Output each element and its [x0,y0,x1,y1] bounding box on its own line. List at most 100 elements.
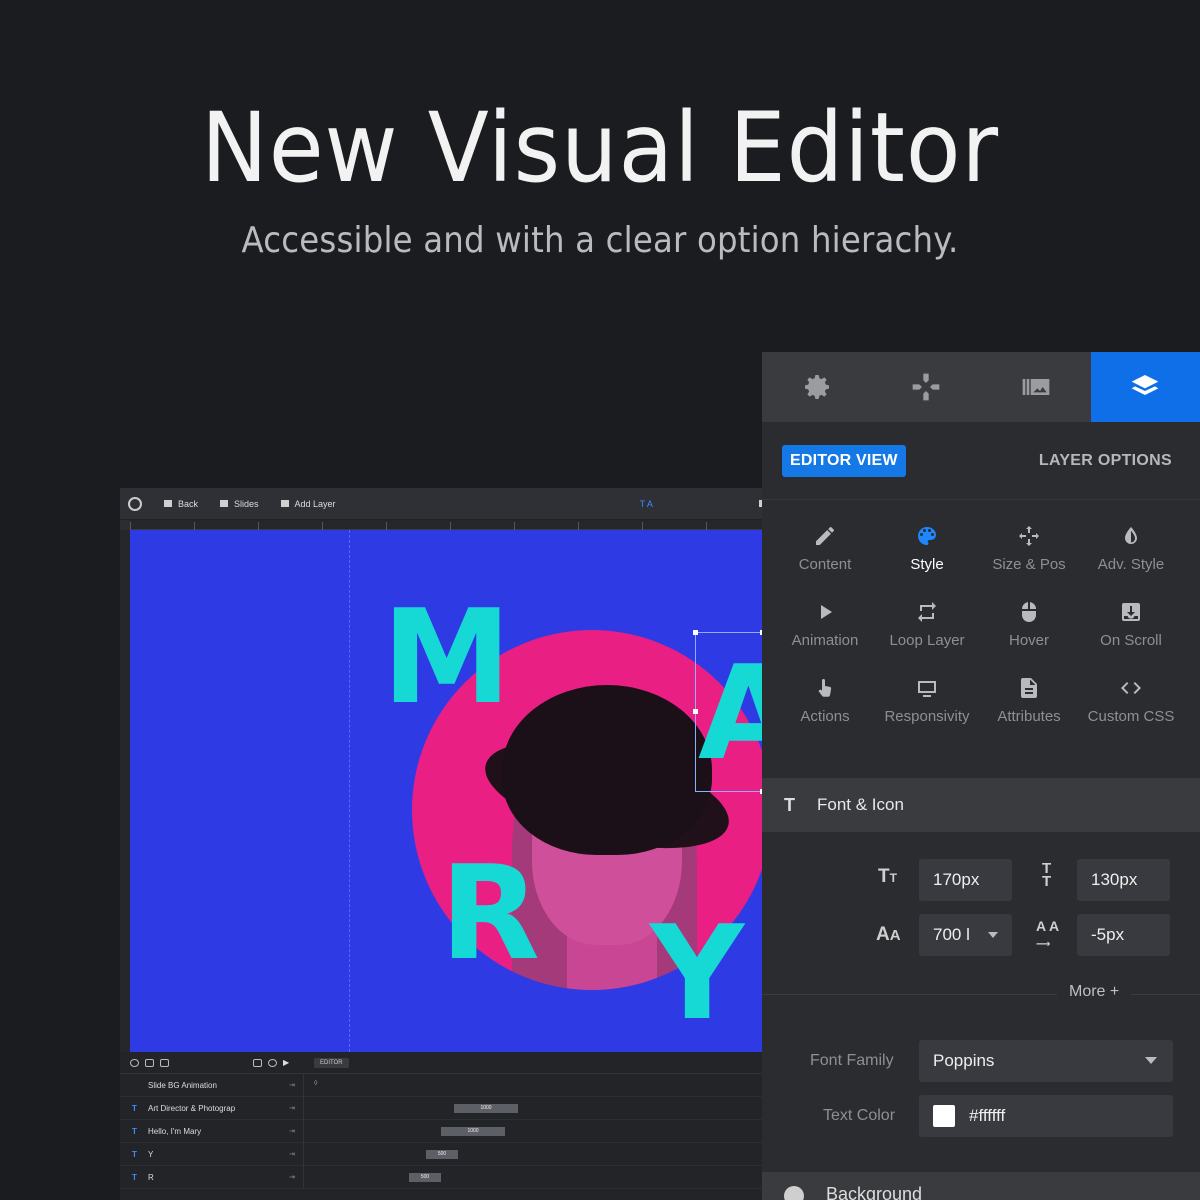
option-style[interactable]: Style [876,524,978,600]
timeline-header: ▶ EDITOR [120,1052,820,1074]
option-actions[interactable]: Actions [774,676,876,752]
tab-layers[interactable] [1090,352,1200,422]
option-content[interactable]: Content [774,524,876,600]
timeline-track: 1000 [304,1097,820,1120]
font-weight-icon: AA [876,924,901,945]
timeline-row[interactable]: T R ⇥ 500 [120,1165,820,1189]
selection-box[interactable] [693,630,765,794]
font-size-icon: TT [878,866,897,887]
back-button[interactable]: Back [164,499,198,509]
ruler-tick [258,522,259,530]
layer-letter-y[interactable]: Y [650,908,744,1038]
font-weight-select[interactable]: 700 l [919,914,1012,956]
layer-type-icon: T [132,1149,137,1159]
line-height-input[interactable]: 130px [1077,859,1170,901]
ruler-tick [514,522,515,530]
background-section-header[interactable]: Background [762,1172,1200,1200]
layer-type-icon: T [132,1126,137,1136]
font-size-input[interactable]: 170px [919,859,1012,901]
more-divider [762,994,1200,995]
row-menu-icon[interactable]: ⇥ [289,1173,295,1181]
timeline-row[interactable]: T Hello, I'm Mary ⇥ 1000 [120,1119,820,1143]
folder-icon[interactable] [160,1058,169,1067]
layer-letter-m[interactable]: M [382,592,511,722]
layer-options-label[interactable]: LAYER OPTIONS [1039,452,1172,470]
row-menu-icon[interactable]: ⇥ [289,1104,295,1112]
gear-icon [804,375,829,399]
scroll-icon [1122,603,1140,621]
editor-toolbar: Back Slides Add Layer T A [120,488,820,520]
document-icon [1021,678,1037,698]
option-hover[interactable]: Hover [978,600,1080,676]
font-family-select[interactable]: Poppins [919,1040,1173,1082]
option-animation[interactable]: Animation [774,600,876,676]
options-grid: Content Style Size & Pos Adv. Style Animatio… [762,500,1200,778]
font-family-label: Font Family [810,1052,894,1069]
clock-icon[interactable] [268,1058,277,1067]
layer-type-icon: T [132,1103,137,1113]
mouse-icon [1022,602,1036,622]
palette-icon [784,1186,804,1200]
option-attributes[interactable]: Attributes [978,676,1080,752]
timeline-row[interactable]: T Y ⇥ 500 [120,1142,820,1166]
timeline-track: ◊ [304,1074,820,1097]
list-icon[interactable] [145,1058,154,1067]
slides-button[interactable]: Slides [220,499,259,509]
guide-line [349,530,350,1052]
ruler-tick [706,522,707,530]
layer-letter-r[interactable]: R [440,848,540,978]
resize-handle[interactable] [693,630,698,635]
row-menu-icon[interactable]: ⇥ [289,1150,295,1158]
option-responsivity[interactable]: Responsivity [876,676,978,752]
timeline-bar[interactable]: 500 [426,1149,458,1159]
line-height-icon: TT [1042,860,1052,890]
ruler-tick [322,522,323,530]
tab-slides[interactable] [981,352,1091,422]
ruler-tick [386,522,387,530]
more-button[interactable]: More + [1057,983,1132,1001]
row-menu-icon[interactable]: ⇥ [289,1127,295,1135]
slide-canvas[interactable]: M A R Y [130,530,820,1052]
timeline-row[interactable]: T Art Director & Photograp ⇥ 1000 [120,1096,820,1120]
option-loop-layer[interactable]: Loop Layer [876,600,978,676]
timeline-row-name: Slide BG Animation ⇥ [120,1073,304,1097]
timeline-bar[interactable]: 500 [409,1172,441,1182]
hand-icon [818,679,832,697]
circle-tool-icon[interactable] [130,1058,139,1067]
timeline-row-name: T R ⇥ [120,1165,304,1189]
ruler-tick [194,522,195,530]
responsive-icon [918,681,936,697]
option-size-pos[interactable]: Size & Pos [978,524,1080,600]
resize-handle[interactable] [693,709,698,714]
font-icon-section-header[interactable]: T Font & Icon [762,778,1200,832]
timeline-row[interactable]: Slide BG Animation ⇥ ◊ [120,1073,820,1097]
timeline-bar[interactable]: 1000 [454,1103,518,1113]
refresh-icon[interactable] [253,1058,262,1067]
ruler-tick [578,522,579,530]
view-bar: EDITOR VIEW LAYER OPTIONS [762,422,1200,500]
option-custom-css[interactable]: Custom CSS [1080,676,1182,752]
text-color-input[interactable]: #ffffff [919,1095,1173,1137]
loop-icon [918,602,936,622]
play-icon[interactable]: ▶ [283,1058,289,1067]
text-type-icon: T [784,794,795,815]
timeline-bar[interactable]: 1000 [441,1126,505,1136]
option-on-scroll[interactable]: On Scroll [1080,600,1182,676]
option-adv-style[interactable]: Adv. Style [1080,524,1182,600]
wordpress-icon[interactable] [128,496,142,511]
pencil-icon [816,527,834,545]
add-layer-button[interactable]: Add Layer [280,499,336,509]
tab-navigation[interactable] [872,352,982,422]
ruler-tick [642,522,643,530]
tab-settings[interactable] [762,352,872,422]
color-swatch[interactable] [933,1105,955,1127]
letter-spacing-input[interactable]: -5px [1077,914,1170,956]
horizontal-ruler [130,520,820,530]
layer-options-panel: EDITOR VIEW LAYER OPTIONS Content Style Si… [762,352,1200,1200]
editor-tag: EDITOR [314,1057,349,1068]
timeline-track: 500 [304,1143,820,1166]
row-menu-icon[interactable]: ⇥ [289,1081,295,1089]
editor-view-button[interactable]: EDITOR VIEW [782,444,906,477]
ruler-tick [130,522,131,530]
ruler-tick [450,522,451,530]
